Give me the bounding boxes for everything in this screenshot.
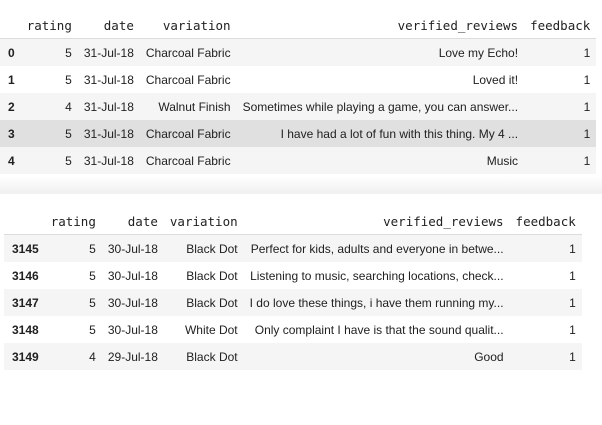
column-header-feedback: feedback bbox=[524, 12, 597, 39]
cell-rating: 5 bbox=[44, 316, 102, 343]
cell-rating: 4 bbox=[44, 343, 102, 370]
cell-feedback: 1 bbox=[524, 120, 597, 147]
column-header-feedback: feedback bbox=[509, 208, 582, 235]
cell-variation: Black Dot bbox=[163, 343, 244, 370]
row-index: 3147 bbox=[4, 289, 45, 316]
cell-date: 30-Jul-18 bbox=[101, 289, 164, 316]
cell-verified-reviews: I do love these things, i have them runn… bbox=[243, 289, 510, 316]
row-index: 4 bbox=[0, 147, 21, 174]
dataframe-tail-table: rating date variation verified_reviews f… bbox=[4, 208, 582, 370]
column-header-variation: variation bbox=[139, 12, 237, 39]
cell-rating: 5 bbox=[20, 66, 78, 93]
table-row: 3145 5 30-Jul-18 Black Dot Perfect for k… bbox=[4, 234, 582, 262]
cell-verified-reviews: Only complaint I have is that the sound … bbox=[243, 316, 510, 343]
cell-verified-reviews: Listening to music, searching locations,… bbox=[243, 262, 510, 289]
cell-date: 30-Jul-18 bbox=[101, 316, 164, 343]
row-index: 0 bbox=[0, 38, 21, 66]
table-row: 4 5 31-Jul-18 Charcoal Fabric Music 1 bbox=[0, 147, 597, 174]
column-header-rating: rating bbox=[44, 208, 102, 235]
cell-feedback: 1 bbox=[509, 262, 582, 289]
cell-verified-reviews: Perfect for kids, adults and everyone in… bbox=[243, 234, 510, 262]
cell-date: 31-Jul-18 bbox=[77, 147, 140, 174]
cell-feedback: 1 bbox=[524, 93, 597, 120]
column-header-date: date bbox=[101, 208, 164, 235]
column-header-date: date bbox=[77, 12, 140, 39]
row-index: 3149 bbox=[4, 343, 45, 370]
cell-feedback: 1 bbox=[509, 316, 582, 343]
cell-rating: 5 bbox=[44, 262, 102, 289]
cell-variation: Black Dot bbox=[163, 234, 244, 262]
table-row-hovered: 3 5 31-Jul-18 Charcoal Fabric I have had… bbox=[0, 120, 597, 147]
cell-date: 31-Jul-18 bbox=[77, 66, 140, 93]
table-row: 3149 4 29-Jul-18 Black Dot Good 1 bbox=[4, 343, 582, 370]
column-header-variation: variation bbox=[163, 208, 244, 235]
cell-variation: White Dot bbox=[163, 316, 244, 343]
table-header-row: rating date variation verified_reviews f… bbox=[4, 208, 582, 235]
cell-rating: 5 bbox=[44, 289, 102, 316]
table-row: 3146 5 30-Jul-18 Black Dot Listening to … bbox=[4, 262, 582, 289]
cell-verified-reviews: Sometimes while playing a game, you can … bbox=[236, 93, 525, 120]
row-index: 2 bbox=[0, 93, 21, 120]
row-index: 3146 bbox=[4, 262, 45, 289]
column-header-verified-reviews: verified_reviews bbox=[236, 12, 525, 39]
cell-rating: 4 bbox=[20, 93, 78, 120]
cell-rating: 5 bbox=[44, 234, 102, 262]
cell-date: 30-Jul-18 bbox=[101, 262, 164, 289]
cell-variation: Charcoal Fabric bbox=[139, 66, 237, 93]
cell-rating: 5 bbox=[20, 38, 78, 66]
table-row: 3147 5 30-Jul-18 Black Dot I do love the… bbox=[4, 289, 582, 316]
cell-separator bbox=[0, 176, 602, 190]
cell-variation: Charcoal Fabric bbox=[139, 120, 237, 147]
row-index: 3 bbox=[0, 120, 21, 147]
cell-feedback: 1 bbox=[524, 66, 597, 93]
output-cell-tail: rating date variation verified_reviews f… bbox=[0, 190, 602, 425]
row-index: 3145 bbox=[4, 234, 45, 262]
dataframe-head-table: rating date variation verified_reviews f… bbox=[0, 12, 597, 174]
cell-variation: Walnut Finish bbox=[139, 93, 237, 120]
cell-feedback: 1 bbox=[509, 343, 582, 370]
cell-date: 31-Jul-18 bbox=[77, 38, 140, 66]
column-header-rating: rating bbox=[20, 12, 78, 39]
cell-feedback: 1 bbox=[509, 234, 582, 262]
cell-date: 31-Jul-18 bbox=[77, 120, 140, 147]
cell-variation: Charcoal Fabric bbox=[139, 147, 237, 174]
cell-variation: Black Dot bbox=[163, 289, 244, 316]
cell-feedback: 1 bbox=[524, 147, 597, 174]
cell-rating: 5 bbox=[20, 147, 78, 174]
cell-verified-reviews: Good bbox=[243, 343, 510, 370]
cell-date: 30-Jul-18 bbox=[101, 234, 164, 262]
cell-feedback: 1 bbox=[524, 38, 597, 66]
row-index: 1 bbox=[0, 66, 21, 93]
table-header-row: rating date variation verified_reviews f… bbox=[0, 12, 597, 39]
column-header-index bbox=[0, 12, 21, 39]
row-index: 3148 bbox=[4, 316, 45, 343]
table-row: 1 5 31-Jul-18 Charcoal Fabric Loved it! … bbox=[0, 66, 597, 93]
column-header-verified-reviews: verified_reviews bbox=[243, 208, 510, 235]
output-cell-head: rating date variation verified_reviews f… bbox=[0, 0, 602, 190]
table-row: 2 4 31-Jul-18 Walnut Finish Sometimes wh… bbox=[0, 93, 597, 120]
cell-variation: Black Dot bbox=[163, 262, 244, 289]
cell-verified-reviews: Love my Echo! bbox=[236, 38, 525, 66]
cell-variation: Charcoal Fabric bbox=[139, 38, 237, 66]
cell-date: 31-Jul-18 bbox=[77, 93, 140, 120]
cell-verified-reviews: Music bbox=[236, 147, 525, 174]
cell-rating: 5 bbox=[20, 120, 78, 147]
column-header-index bbox=[4, 208, 45, 235]
table-row: 3148 5 30-Jul-18 White Dot Only complain… bbox=[4, 316, 582, 343]
cell-verified-reviews: I have had a lot of fun with this thing.… bbox=[236, 120, 525, 147]
table-row: 0 5 31-Jul-18 Charcoal Fabric Love my Ec… bbox=[0, 38, 597, 66]
cell-date: 29-Jul-18 bbox=[101, 343, 164, 370]
cell-verified-reviews: Loved it! bbox=[236, 66, 525, 93]
cell-feedback: 1 bbox=[509, 289, 582, 316]
